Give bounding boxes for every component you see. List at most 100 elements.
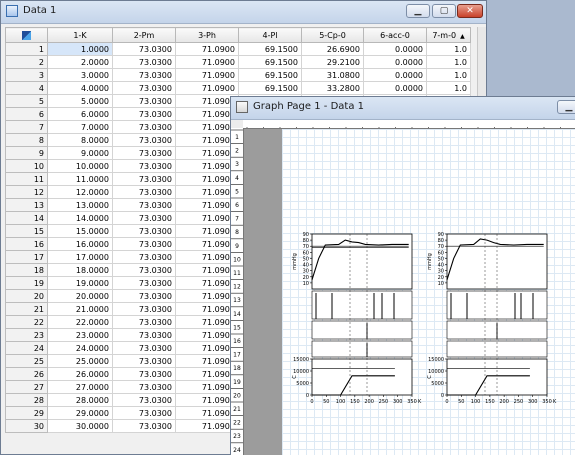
table-cell[interactable]: 73.0300 [112, 185, 176, 199]
table-cell[interactable]: 18.0000 [47, 263, 113, 277]
table-cell[interactable]: 71.0900 [175, 81, 239, 95]
column-header[interactable]: 5-Cp-0 [301, 27, 364, 43]
row-header[interactable]: 8 [5, 133, 48, 147]
table-cell[interactable]: 71.0900 [175, 55, 239, 69]
table-cell[interactable]: 73.0300 [112, 81, 176, 95]
table-cell[interactable]: 73.0300 [112, 237, 176, 251]
row-header[interactable]: 13 [5, 198, 48, 212]
select-all-corner[interactable] [5, 27, 48, 43]
column-header[interactable]: 1-K [47, 27, 113, 43]
table-cell[interactable]: 1.0 [426, 81, 471, 95]
table-cell[interactable]: 25.0000 [47, 354, 113, 368]
table-cell[interactable]: 73.0300 [112, 198, 176, 212]
table-cell[interactable]: 69.1500 [238, 55, 302, 69]
row-header[interactable]: 10 [5, 159, 48, 173]
table-cell[interactable]: 73.0300 [112, 328, 176, 342]
table-cell[interactable]: 28.0000 [47, 393, 113, 407]
table-cell[interactable]: 73.0300 [112, 315, 176, 329]
row-header[interactable]: 2 [5, 55, 48, 69]
table-cell[interactable]: 69.1500 [238, 81, 302, 95]
table-cell[interactable]: 27.0000 [47, 380, 113, 394]
table-cell[interactable]: 1.0000 [47, 42, 113, 56]
table-cell[interactable]: 73.0300 [112, 42, 176, 56]
table-cell[interactable]: 73.0300 [112, 224, 176, 238]
row-header[interactable]: 30 [5, 419, 48, 433]
table-cell[interactable]: 73.0300 [112, 380, 176, 394]
table-cell[interactable]: 23.0000 [47, 328, 113, 342]
table-cell[interactable]: 0.0000 [363, 55, 427, 69]
table-cell[interactable]: 19.0000 [47, 276, 113, 290]
column-header[interactable]: 4-Pl [238, 27, 302, 43]
table-cell[interactable]: 71.0900 [175, 42, 239, 56]
table-cell[interactable]: 71.0900 [175, 68, 239, 82]
row-header[interactable]: 18 [5, 263, 48, 277]
table-cell[interactable]: 73.0300 [112, 263, 176, 277]
table-cell[interactable]: 10.0000 [47, 159, 113, 173]
table-cell[interactable]: 15.0000 [47, 224, 113, 238]
table-cell[interactable]: 6.0000 [47, 107, 113, 121]
table-cell[interactable]: 14.0000 [47, 211, 113, 225]
row-header[interactable]: 17 [5, 250, 48, 264]
table-cell[interactable]: 7.0000 [47, 120, 113, 134]
table-cell[interactable]: 21.0000 [47, 302, 113, 316]
graph-window[interactable]: Graph Page 1 - Data 1 ▁ 1 2 3 4 5 6 7 8 9 10 11 12 1… [230, 96, 575, 455]
row-header[interactable]: 14 [5, 211, 48, 225]
table-cell[interactable]: 9.0000 [47, 146, 113, 160]
row-header[interactable]: 19 [5, 276, 48, 290]
table-cell[interactable]: 73.0300 [112, 250, 176, 264]
table-cell[interactable]: 29.0000 [47, 406, 113, 420]
table-cell[interactable]: 11.0000 [47, 172, 113, 186]
table-cell[interactable]: 22.0000 [47, 315, 113, 329]
row-header[interactable]: 3 [5, 68, 48, 82]
row-header[interactable]: 9 [5, 146, 48, 160]
row-header[interactable]: 20 [5, 289, 48, 303]
row-header[interactable]: 28 [5, 393, 48, 407]
table-row[interactable]: 2 2.0000 73.0300 71.0900 69.1500 29.2100 0.000… [5, 55, 471, 69]
row-header[interactable]: 4 [5, 81, 48, 95]
row-header[interactable]: 23 [5, 328, 48, 342]
column-header[interactable]: 3-Ph [175, 27, 239, 43]
table-cell[interactable]: 1.0 [426, 42, 471, 56]
table-cell[interactable]: 29.2100 [301, 55, 364, 69]
table-cell[interactable]: 73.0300 [112, 146, 176, 160]
graph-window-titlebar[interactable]: Graph Page 1 - Data 1 ▁ [231, 97, 575, 120]
table-cell[interactable]: 26.6900 [301, 42, 364, 56]
graph-page[interactable]: 10 20 30 40 50 60 70 80 90 mmHg 15000 10000 5000 0 C 0 5… [282, 129, 575, 455]
row-header[interactable]: 21 [5, 302, 48, 316]
table-cell[interactable]: 73.0300 [112, 94, 176, 108]
table-cell[interactable]: 13.0000 [47, 198, 113, 212]
minimize-button[interactable]: ▁ [406, 4, 430, 18]
maximize-button[interactable]: ▢ [432, 4, 456, 18]
table-cell[interactable]: 0.0000 [363, 81, 427, 95]
column-header[interactable]: 7-m-0 ▲ [426, 27, 471, 43]
table-cell[interactable]: 1.0 [426, 55, 471, 69]
table-cell[interactable]: 73.0300 [112, 68, 176, 82]
data-window-titlebar[interactable]: Data 1 ▁ ▢ ✕ [1, 1, 486, 24]
table-cell[interactable]: 73.0300 [112, 159, 176, 173]
table-cell[interactable]: 73.0300 [112, 133, 176, 147]
close-button[interactable]: ✕ [457, 4, 483, 18]
scroll-up-arrow-icon[interactable]: ▲ [460, 33, 465, 40]
graph-canvas-area[interactable]: 10 20 30 40 50 60 70 80 90 mmHg 15000 10000 5000 0 C 0 5… [244, 129, 575, 455]
table-cell[interactable]: 5.0000 [47, 94, 113, 108]
column-header[interactable]: 6-acc-0 [363, 27, 427, 43]
row-header[interactable]: 22 [5, 315, 48, 329]
table-cell[interactable]: 73.0300 [112, 341, 176, 355]
table-row[interactable]: 3 3.0000 73.0300 71.0900 69.1500 31.0800 0.000… [5, 68, 471, 82]
table-cell[interactable]: 4.0000 [47, 81, 113, 95]
table-cell[interactable]: 73.0300 [112, 211, 176, 225]
row-header[interactable]: 5 [5, 94, 48, 108]
table-cell[interactable]: 16.0000 [47, 237, 113, 251]
row-header[interactable]: 27 [5, 380, 48, 394]
table-cell[interactable]: 73.0300 [112, 354, 176, 368]
table-cell[interactable]: 3.0000 [47, 68, 113, 82]
table-cell[interactable]: 24.0000 [47, 341, 113, 355]
row-header[interactable]: 26 [5, 367, 48, 381]
row-header[interactable]: 25 [5, 354, 48, 368]
table-cell[interactable]: 69.1500 [238, 68, 302, 82]
table-cell[interactable]: 73.0300 [112, 276, 176, 290]
table-cell[interactable]: 26.0000 [47, 367, 113, 381]
minimize-button[interactable]: ▁ [557, 100, 575, 114]
table-cell[interactable]: 73.0300 [112, 393, 176, 407]
table-cell[interactable]: 20.0000 [47, 289, 113, 303]
